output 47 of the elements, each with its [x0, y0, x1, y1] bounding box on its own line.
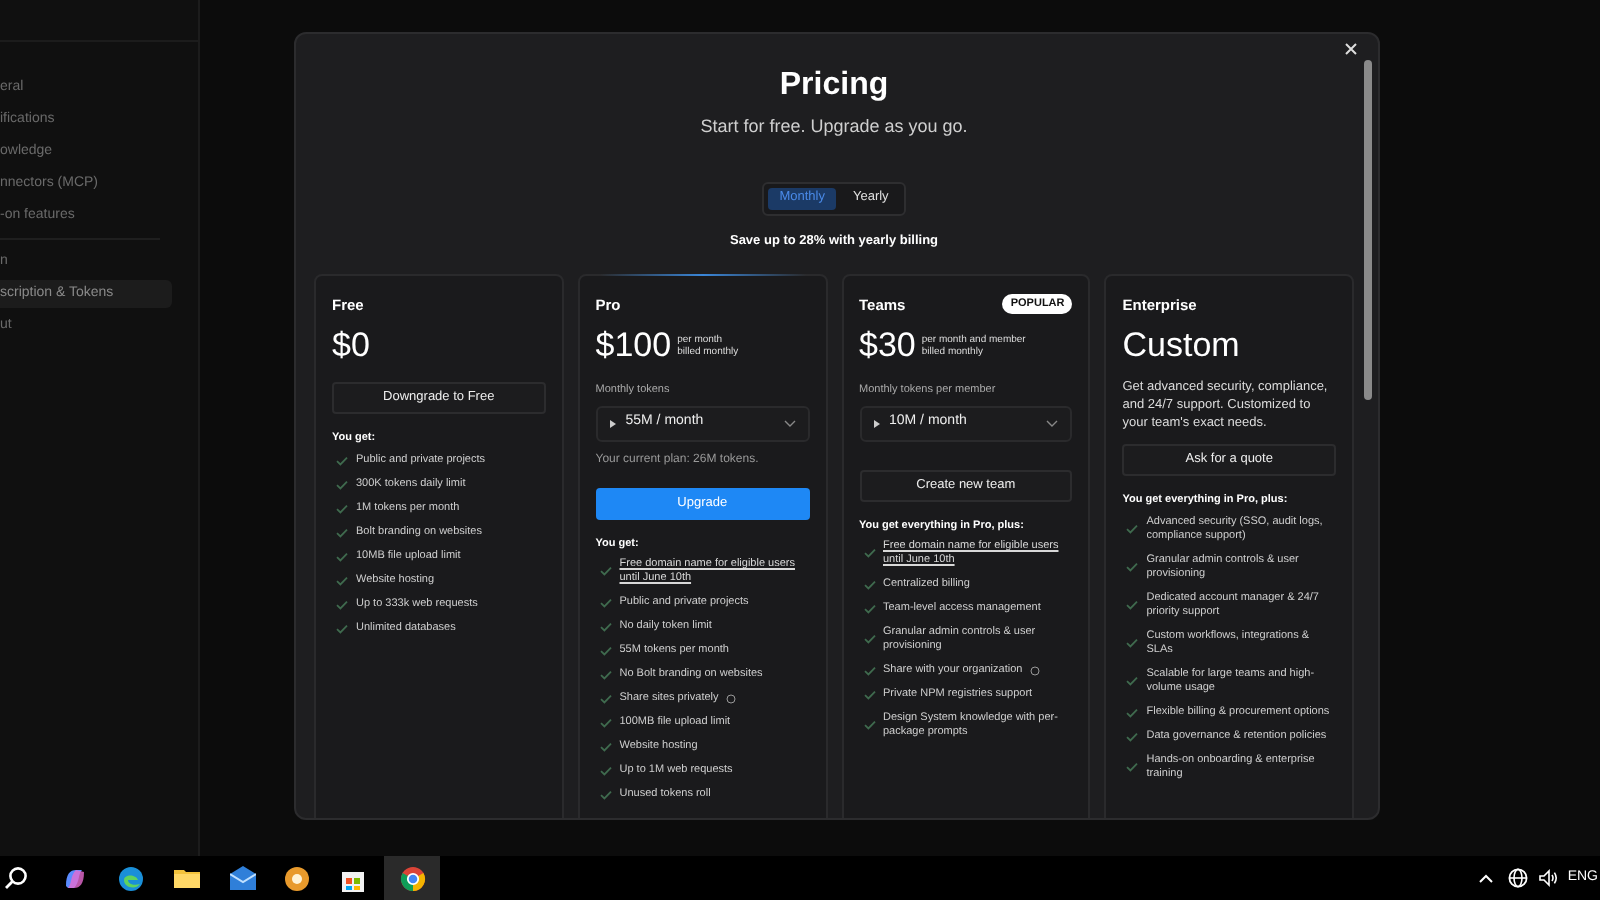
- chevron-down-icon: [1046, 419, 1059, 427]
- search-icon[interactable]: [4, 866, 28, 890]
- price: Custom: [1122, 326, 1240, 367]
- scrollbar[interactable]: [1364, 60, 1372, 400]
- check-icon: [336, 575, 348, 585]
- check-icon: [863, 665, 875, 676]
- check-icon: [336, 503, 348, 513]
- check-icon: [336, 599, 348, 609]
- price: $100: [595, 326, 672, 367]
- chevron-down-icon: [783, 419, 795, 427]
- check-icon: [336, 455, 348, 465]
- price: $0: [332, 326, 370, 367]
- mail-icon[interactable]: [230, 866, 256, 890]
- check-icon: [1126, 600, 1139, 610]
- play-icon: [873, 419, 879, 427]
- chrome-icon: [399, 865, 425, 891]
- play-icon: [609, 419, 616, 427]
- folder-icon[interactable]: [174, 866, 200, 890]
- check-icon: [336, 479, 348, 489]
- globe-icon[interactable]: [1507, 868, 1528, 888]
- check-icon: [336, 527, 348, 537]
- check-icon: [863, 720, 875, 731]
- check-icon: [1126, 762, 1139, 772]
- check-icon: [863, 689, 875, 700]
- check-icon: [1126, 731, 1139, 741]
- check-icon: [1126, 562, 1139, 572]
- check-icon: [1126, 524, 1139, 534]
- check-icon: [336, 623, 348, 633]
- check-icon: [1126, 707, 1139, 717]
- check-icon: [863, 579, 875, 590]
- modal-subtitle: Start for free. Upgrade as you go.: [700, 114, 968, 140]
- check-icon: [1126, 638, 1139, 648]
- check-icon: [863, 634, 875, 645]
- check-icon: [863, 548, 875, 559]
- browser-icon[interactable]: [118, 865, 144, 891]
- close-icon[interactable]: [1343, 42, 1357, 56]
- check-icon: [863, 603, 875, 614]
- caret-up-icon[interactable]: [1477, 872, 1494, 884]
- app-icon[interactable]: [284, 865, 310, 891]
- price: $30: [859, 326, 916, 367]
- speaker-icon[interactable]: [1537, 868, 1558, 888]
- modal-title: Pricing: [779, 66, 889, 106]
- check-icon: [336, 551, 348, 561]
- check-icon: [1126, 676, 1139, 686]
- taskbar-app-button[interactable]: [384, 856, 440, 900]
- check-icon: [599, 566, 612, 577]
- copilot-icon[interactable]: [62, 865, 88, 891]
